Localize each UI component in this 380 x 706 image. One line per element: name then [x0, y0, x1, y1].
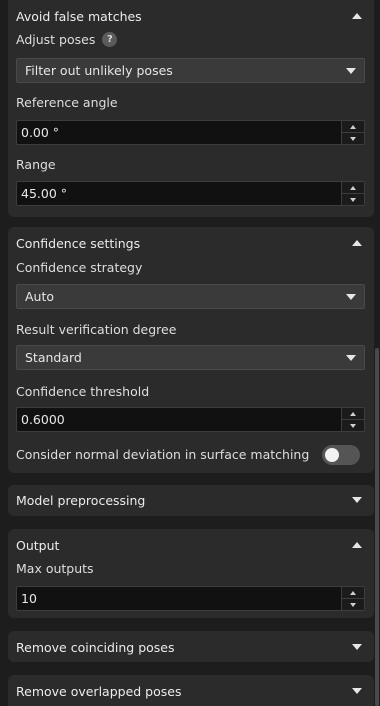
confidence-settings-section: Confidence settings Confidence strategy …: [8, 227, 374, 473]
adjust-poses-label: Adjust poses: [16, 32, 96, 47]
spin-buttons: [341, 182, 364, 205]
scrollbar-thumb[interactable]: [375, 348, 379, 706]
max-outputs-value[interactable]: 10: [17, 587, 341, 610]
increment-button[interactable]: [342, 408, 364, 419]
reference-angle-spinbox[interactable]: 0.00 °: [16, 120, 365, 145]
normal-deviation-toggle[interactable]: [322, 445, 360, 465]
dropdown-caret-icon: [346, 67, 356, 74]
confidence-strategy-value: Auto: [25, 289, 55, 304]
help-icon[interactable]: ?: [102, 32, 118, 47]
decrement-button[interactable]: [342, 132, 364, 144]
decrement-button[interactable]: [342, 598, 364, 610]
output-title: Output: [16, 537, 60, 553]
remove-coinciding-header[interactable]: Remove coinciding poses: [16, 637, 366, 657]
increment-button[interactable]: [342, 587, 364, 598]
arrow-down-icon: [350, 136, 356, 141]
expand-caret-icon: [352, 497, 362, 503]
arrow-up-icon: [350, 185, 356, 190]
arrow-up-icon: [350, 411, 356, 416]
spin-buttons: [341, 408, 364, 431]
expand-caret-icon: [352, 644, 362, 650]
confidence-threshold-label: Confidence threshold: [16, 384, 150, 399]
confidence-strategy-label: Confidence strategy: [16, 260, 143, 275]
settings-panel-root: Avoid false matches Adjust poses ? Filte…: [0, 0, 380, 706]
remove-coinciding-section[interactable]: Remove coinciding poses: [8, 631, 374, 662]
reference-angle-label: Reference angle: [16, 95, 118, 110]
avoid-false-matches-header[interactable]: Avoid false matches: [16, 6, 366, 26]
verification-degree-value: Standard: [25, 350, 82, 365]
arrow-up-icon: [350, 124, 356, 129]
model-preprocessing-title: Model preprocessing: [16, 492, 146, 508]
arrow-down-icon: [350, 602, 356, 607]
confidence-threshold-value[interactable]: 0.6000: [17, 408, 341, 431]
dropdown-caret-icon: [346, 354, 356, 361]
max-outputs-spinbox[interactable]: 10: [16, 586, 365, 611]
avoid-false-matches-section: Avoid false matches Adjust poses ? Filte…: [8, 0, 374, 217]
remove-overlapped-section[interactable]: Remove overlapped poses: [8, 675, 374, 706]
remove-overlapped-title: Remove overlapped poses: [16, 683, 182, 699]
vertical-scrollbar[interactable]: [374, 0, 380, 706]
expand-caret-icon: [352, 688, 362, 694]
output-section: Output Max outputs 10: [8, 529, 374, 618]
max-outputs-label: Max outputs: [16, 561, 94, 576]
adjust-poses-select[interactable]: Filter out unlikely poses: [16, 58, 365, 83]
verification-degree-select[interactable]: Standard: [16, 345, 365, 370]
collapse-caret-icon: [352, 240, 362, 246]
settings-scroll-area[interactable]: Avoid false matches Adjust poses ? Filte…: [0, 0, 374, 706]
arrow-down-icon: [350, 423, 356, 428]
adjust-poses-label-row: Adjust poses ?: [16, 32, 118, 47]
arrow-up-icon: [350, 590, 356, 595]
confidence-strategy-select[interactable]: Auto: [16, 284, 365, 309]
model-preprocessing-section[interactable]: Model preprocessing: [8, 485, 374, 516]
decrement-button[interactable]: [342, 193, 364, 205]
increment-button[interactable]: [342, 121, 364, 132]
remove-coinciding-title: Remove coinciding poses: [16, 639, 175, 655]
range-spinbox[interactable]: 45.00 °: [16, 181, 365, 206]
range-value[interactable]: 45.00 °: [17, 182, 341, 205]
confidence-settings-title: Confidence settings: [16, 235, 141, 251]
verification-degree-label: Result verification degree: [16, 322, 177, 337]
increment-button[interactable]: [342, 182, 364, 193]
normal-deviation-label: Consider normal deviation in surface mat…: [16, 447, 310, 462]
remove-overlapped-header[interactable]: Remove overlapped poses: [16, 681, 366, 701]
confidence-threshold-spinbox[interactable]: 0.6000: [16, 407, 365, 432]
model-preprocessing-header[interactable]: Model preprocessing: [16, 490, 366, 510]
reference-angle-value[interactable]: 0.00 °: [17, 121, 341, 144]
range-label: Range: [16, 157, 56, 172]
dropdown-caret-icon: [346, 293, 356, 300]
decrement-button[interactable]: [342, 419, 364, 431]
adjust-poses-value: Filter out unlikely poses: [25, 63, 173, 78]
avoid-false-matches-title: Avoid false matches: [16, 8, 142, 24]
spin-buttons: [341, 587, 364, 610]
collapse-caret-icon: [352, 13, 362, 19]
toggle-knob: [325, 448, 339, 462]
arrow-down-icon: [350, 197, 356, 202]
output-header[interactable]: Output: [16, 535, 366, 555]
confidence-settings-header[interactable]: Confidence settings: [16, 233, 366, 253]
spin-buttons: [341, 121, 364, 144]
collapse-caret-icon: [352, 542, 362, 548]
